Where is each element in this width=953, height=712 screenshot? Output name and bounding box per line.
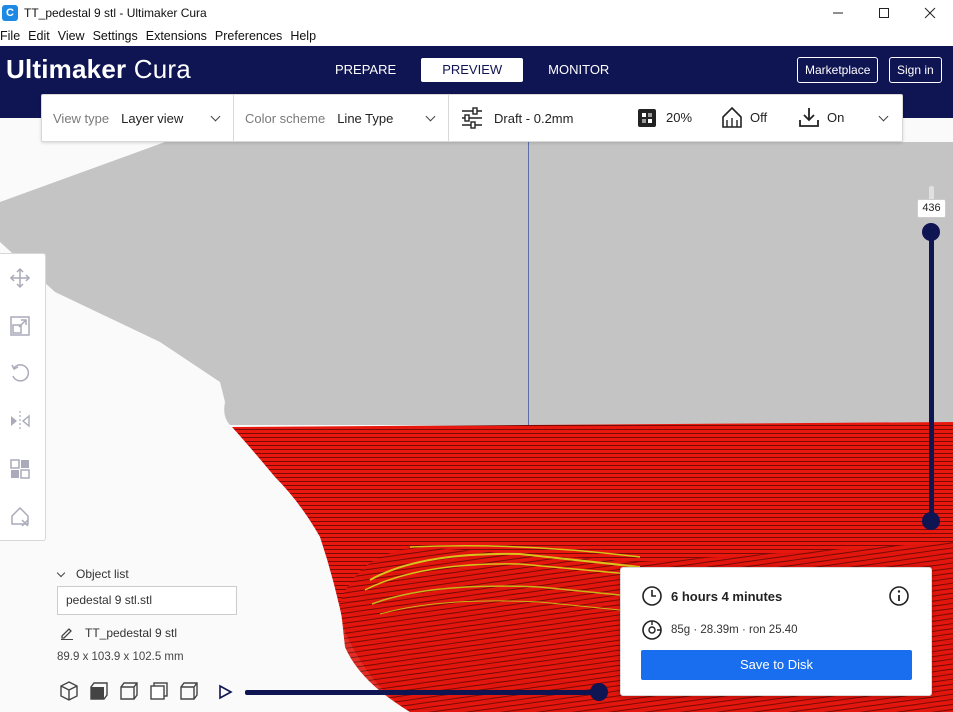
material-usage: 85g · 28.39m · ron 25.40 bbox=[671, 624, 798, 636]
view-type-value: Layer view bbox=[121, 110, 184, 126]
menu-edit[interactable]: Edit bbox=[24, 29, 54, 43]
view-type-label: View type bbox=[53, 110, 110, 126]
spool-icon bbox=[642, 620, 662, 640]
3d-view-icon[interactable] bbox=[58, 680, 80, 702]
infill-value: 20% bbox=[666, 110, 693, 125]
chevron-down-icon bbox=[425, 111, 436, 122]
right-view-icon[interactable] bbox=[178, 680, 200, 702]
close-button[interactable] bbox=[907, 0, 953, 25]
marketplace-button[interactable]: Marketplace bbox=[797, 57, 879, 83]
tab-prepare[interactable]: PREPARE bbox=[318, 58, 413, 82]
scale-tool-icon[interactable] bbox=[9, 315, 31, 337]
object-list-label: Object list bbox=[76, 567, 129, 581]
stage-tabs: PREPARE PREVIEW MONITOR bbox=[318, 58, 634, 82]
layer-slider-track-upper bbox=[929, 186, 934, 200]
ultimaker-cura-logo: Ultimaker Cura bbox=[6, 54, 191, 85]
sign-in-button[interactable]: Sign in bbox=[889, 57, 942, 83]
sliders-icon bbox=[462, 107, 482, 129]
view-type-selector[interactable]: View type Layer view bbox=[53, 95, 228, 141]
close-icon bbox=[924, 7, 936, 18]
view-toolbar: View type Layer view Color scheme Line T… bbox=[41, 94, 903, 142]
top-view-icon[interactable] bbox=[118, 680, 140, 702]
infill-icon bbox=[638, 109, 656, 127]
color-scheme-value: Line Type bbox=[337, 110, 394, 126]
toolbar-divider bbox=[233, 95, 234, 141]
layer-slider-track[interactable] bbox=[929, 232, 934, 522]
color-scheme-label: Color scheme bbox=[245, 110, 326, 126]
pencil-icon bbox=[61, 628, 73, 640]
toolbar-divider bbox=[448, 95, 449, 141]
chevron-down-icon bbox=[210, 111, 221, 122]
print-settings-selector[interactable]: Draft - 0.2mm 20% Off On bbox=[460, 95, 901, 141]
menu-view[interactable]: View bbox=[54, 29, 89, 43]
print-time-row: 6 hours 4 minutes bbox=[641, 585, 782, 607]
support-icon bbox=[722, 106, 742, 128]
support-blocker-icon[interactable] bbox=[9, 506, 31, 528]
move-tool-icon[interactable] bbox=[9, 267, 31, 289]
menu-settings[interactable]: Settings bbox=[89, 29, 142, 43]
adhesion-icon bbox=[799, 108, 819, 127]
object-dimensions: 89.9 x 103.9 x 102.5 mm bbox=[57, 651, 184, 663]
layer-slider-bottom-handle[interactable] bbox=[922, 512, 940, 530]
maximize-button[interactable] bbox=[861, 0, 907, 25]
window-title: TT_pedestal 9 stl - Ultimaker Cura bbox=[24, 5, 207, 20]
menu-preferences[interactable]: Preferences bbox=[211, 29, 286, 43]
layer-slider-top-handle[interactable] bbox=[922, 223, 940, 241]
print-time: 6 hours 4 minutes bbox=[671, 588, 783, 604]
title-bar: C TT_pedestal 9 stl - Ultimaker Cura bbox=[0, 0, 953, 25]
front-view-icon[interactable] bbox=[88, 680, 110, 702]
minimize-icon bbox=[833, 12, 843, 13]
rotate-tool-icon[interactable] bbox=[9, 362, 31, 384]
chevron-down-icon bbox=[56, 568, 66, 577]
object-name: TT_pedestal 9 stl bbox=[85, 626, 178, 640]
save-to-disk-button[interactable]: Save to Disk bbox=[641, 650, 912, 680]
print-info-panel: 6 hours 4 minutes 85g · 28.39m · ron 25.… bbox=[620, 567, 932, 696]
minimize-button[interactable] bbox=[815, 0, 861, 25]
cura-app-icon: C bbox=[2, 4, 18, 21]
object-name-row[interactable]: TT_pedestal 9 stl bbox=[60, 626, 177, 640]
support-value: Off bbox=[750, 110, 768, 125]
material-row: 85g · 28.39m · ron 25.40 bbox=[641, 619, 798, 641]
left-toolbar bbox=[0, 253, 46, 541]
adhesion-value: On bbox=[827, 110, 845, 125]
menu-help[interactable]: Help bbox=[286, 29, 320, 43]
camera-view-buttons bbox=[58, 680, 208, 702]
object-list-toggle[interactable]: Object list bbox=[56, 567, 129, 581]
tab-preview[interactable]: PREVIEW bbox=[421, 58, 524, 82]
color-scheme-selector[interactable]: Color scheme Line Type bbox=[245, 95, 440, 141]
play-icon[interactable] bbox=[216, 683, 234, 701]
menu-bar: File Edit View Settings Extensions Prefe… bbox=[0, 25, 953, 46]
info-icon[interactable] bbox=[888, 585, 910, 607]
profile-value: Draft - 0.2mm bbox=[494, 110, 574, 126]
menu-file[interactable]: File bbox=[0, 29, 24, 43]
simulation-slider-handle[interactable] bbox=[590, 683, 608, 701]
left-view-icon[interactable] bbox=[148, 680, 170, 702]
mirror-tool-icon[interactable] bbox=[9, 410, 31, 432]
per-model-settings-icon[interactable] bbox=[9, 458, 31, 480]
menu-extensions[interactable]: Extensions bbox=[142, 29, 211, 43]
clock-icon bbox=[642, 586, 662, 606]
chevron-down-icon bbox=[878, 111, 889, 122]
maximize-icon bbox=[879, 7, 889, 18]
simulation-slider-track[interactable] bbox=[245, 690, 599, 695]
logo-brand: Ultimaker bbox=[6, 54, 127, 84]
object-list-item[interactable]: pedestal 9 stl.stl bbox=[57, 586, 237, 615]
logo-product: Cura bbox=[133, 54, 191, 84]
tab-monitor[interactable]: MONITOR bbox=[531, 58, 626, 82]
layer-number-field[interactable]: 436 bbox=[917, 199, 946, 218]
